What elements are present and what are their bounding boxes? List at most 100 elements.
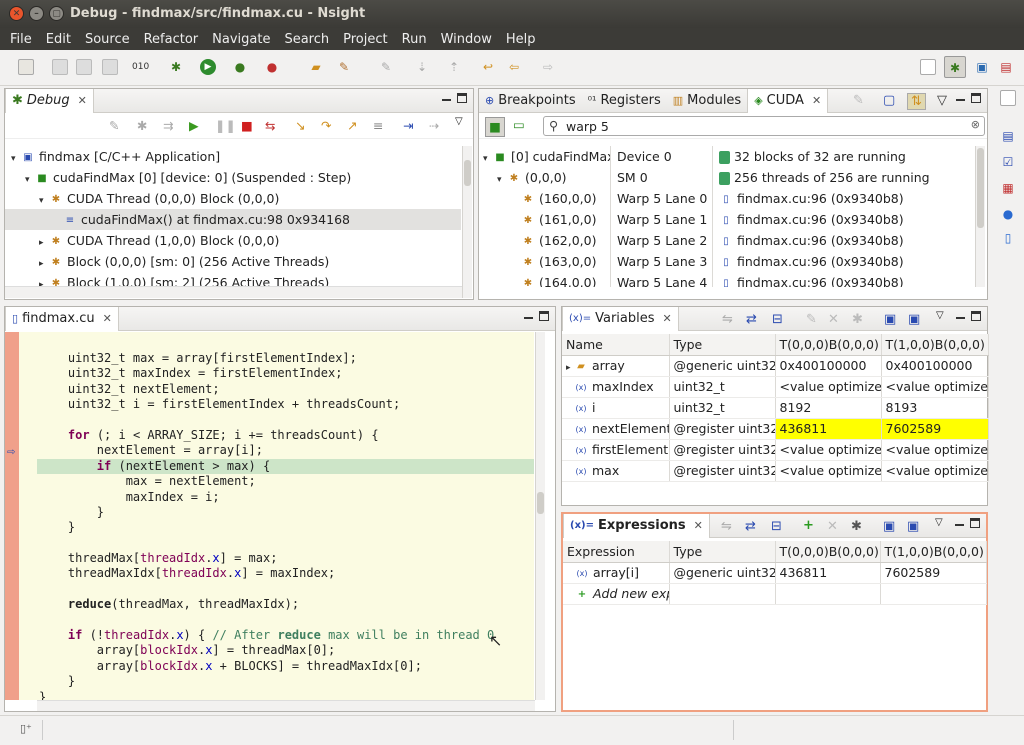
code-line[interactable]: uint32_t maxIndex = firstElementIndex; [37, 366, 534, 381]
tab-variables[interactable]: (x)= Variables ✕ [562, 306, 679, 331]
column-header[interactable]: T(1,0,0)B(0,0,0) [880, 541, 987, 563]
cuda-row[interactable]: ▾ ✱ (0,0,0) SM 0 256 threads of 256 are runn… [479, 167, 972, 188]
code-line[interactable]: max = nextElement; [37, 474, 534, 489]
code-line[interactable]: if (!threadIdx.x) { // After reduce max … [37, 628, 534, 643]
code-line[interactable]: threadMax[threadIdx.x] = max; [37, 551, 534, 566]
remove-icon[interactable]: ✕ [827, 519, 838, 534]
cuda-row[interactable]: ✱ (164,0,0) Warp 5 Lane 4 ▯ findmax.cu:96 (0… [479, 272, 972, 287]
minimize-icon[interactable] [955, 524, 964, 526]
new-icon[interactable] [18, 59, 34, 75]
collapse-icon[interactable]: ⇅ [907, 93, 926, 110]
table-row[interactable]: (x) firstElement @register uint32 <value op… [562, 439, 989, 461]
tasks-icon[interactable]: ☑ [1000, 154, 1016, 170]
expand-icon[interactable]: ▾ [39, 191, 49, 209]
collapse-all-icon[interactable]: ⊟ [772, 312, 783, 327]
debug-hscrollbar[interactable] [5, 286, 462, 298]
code-line[interactable]: array[blockIdx.x + BLOCKS] = threadMaxId… [37, 659, 534, 674]
cuda-filter-field[interactable]: ⚲ warp 5 ⊗ [543, 116, 985, 136]
prev-annotation-icon[interactable]: ⇡ [446, 59, 462, 75]
step-over-icon[interactable]: ↷ [321, 118, 331, 133]
restore-icon[interactable]: ▢ [883, 93, 895, 108]
editor-hscrollbar[interactable] [37, 700, 535, 711]
maximize-icon[interactable] [970, 518, 980, 528]
open-perspective-icon[interactable] [920, 59, 936, 75]
pin-icon[interactable]: ✎ [853, 93, 864, 108]
table-row[interactable]: (x) array[i] @generic uint32 436811 7602589 [563, 562, 987, 584]
code-line[interactable]: } [37, 674, 534, 689]
cuda-row[interactable]: ✱ (161,0,0) Warp 5 Lane 1 ▯ findmax.cu:96 (0… [479, 209, 972, 230]
cuda-toggle-icon[interactable]: ■ [485, 117, 505, 137]
show-logical-structure-icon[interactable]: ⇄ [745, 519, 756, 534]
minimize-window-button[interactable]: – [29, 6, 44, 21]
debug-tree-item[interactable]: ▸ ✱ CUDA Thread (1,0,0) Block (0,0,0) [5, 230, 461, 251]
new-view-icon[interactable]: ▣ [884, 312, 896, 327]
profile-perspective-icon[interactable]: ▤ [998, 59, 1014, 75]
last-edit-icon[interactable]: ↩ [480, 59, 496, 75]
wand-icon[interactable]: ✎ [336, 59, 352, 75]
progress-icon[interactable]: ● [1000, 206, 1016, 222]
pin-view-icon[interactable]: ▣ [908, 312, 920, 327]
pin-icon[interactable]: ✎ [378, 59, 394, 75]
maximize-icon[interactable] [457, 93, 467, 103]
disconnect-icon[interactable]: ⇆ [265, 118, 275, 133]
add-expression-icon[interactable]: + [803, 518, 814, 533]
close-icon[interactable]: ✕ [694, 519, 703, 532]
table-row[interactable]: (x)maxIndexuint32_t<value optimized out>… [562, 376, 989, 398]
show-type-names-icon[interactable]: ⇋ [721, 519, 732, 534]
tab-cuda[interactable]: ◈ CUDA ✕ [747, 88, 829, 113]
minimize-icon[interactable] [524, 317, 533, 319]
code-line[interactable]: uint32_t nextElement; [37, 382, 534, 397]
column-header[interactable]: Type [669, 541, 776, 563]
print-icon[interactable] [102, 59, 118, 75]
cuda-row[interactable]: ▾ ■ [0] cudaFindMax Device 0 32 blocks of 32… [479, 146, 972, 167]
show-type-names-icon[interactable]: ⇋ [722, 312, 733, 327]
column-header[interactable]: T(1,0,0)B(0,0,0) [881, 334, 989, 356]
column-header[interactable]: T(0,0,0)B(0,0,0) [775, 334, 882, 356]
code-line[interactable]: if (nextElement > max) { [37, 458, 534, 475]
step-return-icon[interactable]: ↗ [347, 118, 357, 133]
table-row[interactable]: (x) i uint32_t 8192 8193 [562, 397, 989, 419]
binary-icon[interactable]: 010 [132, 59, 149, 75]
code-area[interactable]: uint32_t max = array[firstElementIndex];… [37, 332, 534, 700]
collapse-all-icon[interactable]: ⊟ [771, 519, 782, 534]
menu-window[interactable]: Window [434, 32, 499, 47]
code-line[interactable]: } [37, 690, 534, 700]
remove-all-icon[interactable]: ✱ [852, 312, 863, 327]
debug-icon[interactable]: ✱ [168, 59, 184, 75]
column-header[interactable]: Expression [563, 541, 670, 563]
expand-icon[interactable]: ▸ [39, 254, 49, 272]
code-line[interactable]: } [37, 520, 534, 535]
menu-source[interactable]: Source [78, 32, 137, 47]
column-header[interactable]: T(0,0,0)B(0,0,0) [775, 541, 881, 563]
use-step-filters-icon[interactable]: ⇢ [429, 118, 439, 133]
close-window-button[interactable]: ✕ [9, 6, 24, 21]
show-logical-structure-icon[interactable]: ⇄ [746, 312, 757, 327]
connect-icon[interactable]: ⇉ [163, 118, 173, 133]
debug-tree-item[interactable]: ▾ ✱ CUDA Thread (0,0,0) Block (0,0,0) [5, 188, 461, 209]
minimize-icon[interactable] [956, 317, 965, 319]
add-expression-row[interactable]: + Add new expression [563, 583, 987, 605]
outline-icon[interactable]: ▦ [1000, 180, 1016, 196]
instruction-stepping-icon[interactable]: ⇥ [403, 118, 413, 133]
code-line[interactable] [37, 536, 534, 551]
restore-icon[interactable] [1000, 90, 1016, 106]
tab-modules[interactable]: ▥ Modules [667, 89, 747, 113]
clear-icon[interactable]: ⊗ [971, 118, 980, 131]
code-line[interactable]: uint32_t i = firstElementIndex + threads… [37, 397, 534, 412]
tab-expressions[interactable]: (x)= Expressions ✕ [563, 513, 710, 538]
column-header[interactable]: Name [562, 334, 670, 356]
expand-icon[interactable]: ▾ [497, 170, 507, 188]
cuda-layout-icon[interactable]: ▭ [513, 117, 525, 132]
menu-navigate[interactable]: Navigate [205, 32, 277, 47]
close-icon[interactable]: ✕ [663, 312, 672, 325]
cuda-row[interactable]: ✱ (163,0,0) Warp 5 Lane 3 ▯ findmax.cu:96 (0… [479, 251, 972, 272]
remove-all-icon[interactable]: ✱ [851, 519, 862, 534]
back-icon[interactable]: ⇦ [506, 59, 522, 75]
cuda-row[interactable]: ✱ (160,0,0) Warp 5 Lane 0 ▯ findmax.cu:96 (0… [479, 188, 972, 209]
debug-scrollbar[interactable] [462, 146, 472, 298]
pin-view-icon[interactable]: ▣ [907, 519, 919, 534]
profile-icon[interactable]: ● [232, 59, 248, 75]
close-icon[interactable]: ✕ [103, 312, 112, 325]
run-icon[interactable]: ▶ [200, 59, 216, 75]
code-line[interactable]: nextElement = array[i]; [37, 443, 534, 458]
